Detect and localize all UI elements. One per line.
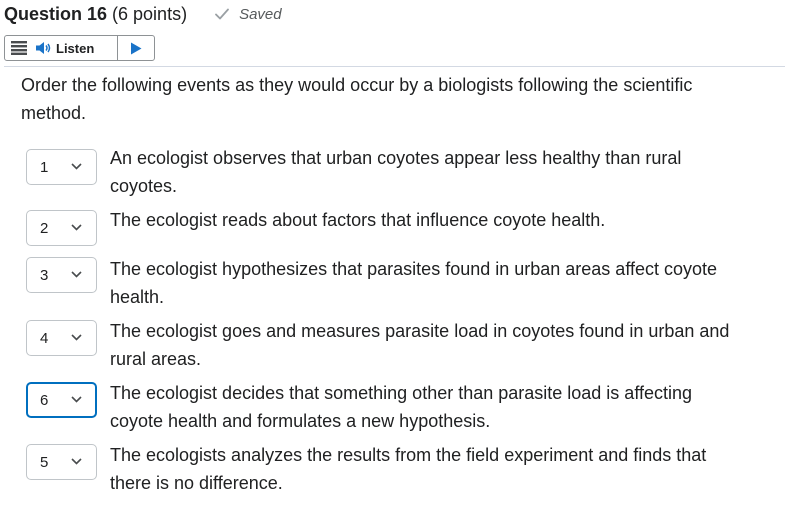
listen-button[interactable]: Listen (5, 36, 118, 60)
checkmark-icon (215, 8, 229, 20)
order-select[interactable]: 4 (26, 320, 97, 356)
item-text: The ecologist decides that something oth… (110, 383, 693, 431)
order-select[interactable]: 3 (26, 257, 97, 293)
item-text: The ecologist hypothesizes that parasite… (110, 259, 718, 307)
item-text: An ecologist observes that urban coyotes… (110, 148, 682, 196)
order-select[interactable]: 5 (26, 444, 97, 480)
order-value: 3 (40, 266, 49, 284)
order-value: 6 (40, 391, 49, 409)
menu-icon[interactable] (11, 41, 27, 55)
chevron-down-icon (71, 271, 82, 278)
play-icon (131, 42, 142, 54)
item-text: The ecologist reads about factors that i… (110, 210, 606, 230)
listen-label: Listen (56, 40, 95, 56)
listen-toolbar: Listen (4, 35, 155, 61)
play-button[interactable] (118, 36, 154, 60)
order-value: 5 (40, 453, 49, 471)
saved-status: Saved (215, 6, 282, 23)
question-prompt: Order the following events as they would… (21, 75, 693, 123)
chevron-down-icon (71, 224, 82, 231)
order-value: 1 (40, 158, 49, 176)
chevron-down-icon (71, 334, 82, 341)
question-points: (6 points) (112, 3, 188, 24)
order-value: 4 (40, 329, 49, 347)
saved-label: Saved (239, 5, 282, 23)
order-select[interactable]: 1 (26, 149, 97, 185)
item-text: The ecologists analyzes the results from… (110, 445, 707, 493)
order-value: 2 (40, 219, 49, 237)
divider (4, 66, 785, 67)
order-select[interactable]: 6 (26, 382, 97, 418)
item-text: The ecologist goes and measures parasite… (110, 321, 730, 369)
chevron-down-icon (71, 163, 82, 170)
question-number: Question 16 (4, 3, 108, 24)
chevron-down-icon (71, 396, 82, 403)
chevron-down-icon (71, 458, 82, 465)
order-select[interactable]: 2 (26, 210, 97, 246)
question-header: Question 16 (6 points) Saved (4, 2, 282, 26)
speaker-icon (36, 42, 51, 54)
